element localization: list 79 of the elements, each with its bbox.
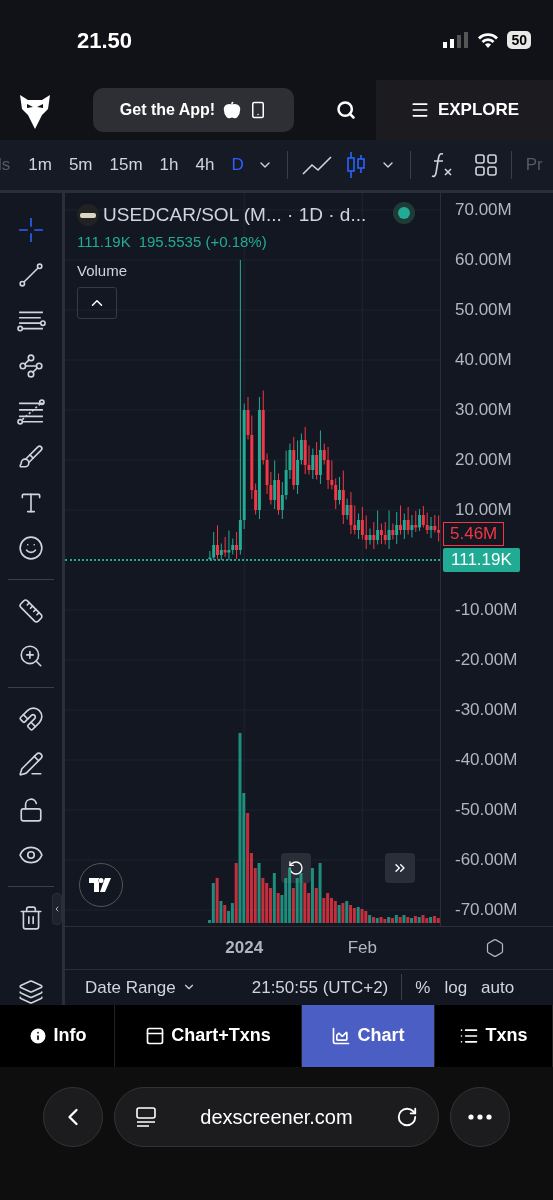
axis-label: -50.00M	[455, 800, 518, 820]
page-menu-icon[interactable]	[134, 1105, 157, 1128]
scroll-right-button[interactable]	[385, 853, 415, 883]
axis-label: -30.00M	[455, 700, 518, 720]
interval-tab[interactable]: 5m	[68, 152, 93, 178]
symbol-title[interactable]: USEDCAR/SOL (M... · 1D · d...	[103, 201, 367, 230]
explore-button[interactable]: EXPLORE	[376, 80, 553, 140]
trash-icon[interactable]	[18, 904, 44, 931]
axis-label: 70.00M	[455, 200, 512, 220]
magnet-icon[interactable]	[18, 705, 44, 732]
chevron-left-icon	[53, 905, 61, 913]
tv-mark-icon	[89, 878, 113, 892]
clock-time: 21:50:55 (UTC+2)	[251, 976, 389, 999]
wifi-icon	[477, 32, 500, 48]
apple-icon	[223, 101, 242, 119]
area-chart-icon	[331, 1025, 352, 1046]
layers-icon[interactable]	[18, 978, 44, 1005]
trend-line-icon[interactable]	[18, 262, 44, 289]
axis-label: 10.00M	[455, 500, 512, 520]
bottom-tab[interactable]: Chart	[302, 1004, 435, 1067]
unlock-icon[interactable]	[18, 796, 44, 823]
scale-option[interactable]: log	[444, 974, 468, 1000]
reset-button[interactable]	[281, 853, 311, 883]
interval-tab[interactable]: 4h	[195, 152, 215, 178]
url-text: dexscreener.com	[199, 1104, 354, 1130]
interval-tab[interactable]: 15m	[109, 152, 143, 178]
volume-value: 111.19K	[77, 232, 131, 252]
time-axis-label: 2024	[225, 937, 264, 960]
axis-label: -60.00M	[455, 850, 518, 870]
function-icon[interactable]	[430, 152, 453, 178]
price-change: 195.5535 (+0.18%)	[138, 232, 267, 252]
split-panel-icon	[145, 1025, 166, 1046]
axis-label: -20.00M	[455, 650, 518, 670]
line-chart-icon[interactable]	[301, 155, 332, 175]
address-bar[interactable]: dexscreener.com	[113, 1086, 440, 1147]
axis-label: -10.00M	[455, 600, 518, 620]
fib-lines-icon[interactable]	[15, 398, 47, 425]
axis-label: 40.00M	[455, 350, 512, 370]
volume-price-tag: 111.19K	[443, 548, 520, 572]
get-app-button[interactable]: Get the App!	[93, 88, 294, 132]
toolbar-partial-label: ls	[0, 154, 11, 177]
battery-level: 50	[507, 31, 531, 49]
study-label: Volume	[77, 261, 128, 281]
candles-icon[interactable]	[345, 152, 366, 178]
pattern-icon[interactable]	[18, 353, 44, 380]
more-icon	[468, 1113, 493, 1120]
brush-icon[interactable]	[18, 444, 44, 471]
axis-label: -70.00M	[455, 900, 518, 920]
axis-label: 30.00M	[455, 400, 512, 420]
time-axis-label: Feb	[347, 937, 377, 960]
search-icon[interactable]	[336, 100, 356, 120]
collapse-handle[interactable]	[52, 893, 62, 925]
ruler-icon[interactable]	[18, 597, 44, 624]
toolbar-partial-label: Pr	[525, 154, 543, 177]
interval-tab[interactable]: 1m	[28, 152, 52, 178]
smiley-icon[interactable]	[18, 535, 44, 562]
tradingview-logo[interactable]	[79, 863, 123, 907]
axis-label: 60.00M	[455, 250, 512, 270]
reload-icon[interactable]	[396, 1105, 419, 1128]
last-price-tag: 5.46M	[443, 521, 505, 546]
signal-icon	[443, 32, 470, 48]
info-icon	[27, 1025, 48, 1046]
layout-grid-icon[interactable]	[474, 154, 497, 176]
interval-tab[interactable]: D	[231, 152, 244, 178]
collapse-button[interactable]	[77, 287, 117, 319]
settings-icon[interactable]	[485, 938, 505, 958]
interval-tab[interactable]: 1h	[159, 152, 179, 178]
axis-label: 20.00M	[455, 450, 512, 470]
axis-label: -40.00M	[455, 750, 518, 770]
date-range-dropdown[interactable]: Date Range	[85, 974, 196, 1000]
scale-option[interactable]: auto	[481, 974, 515, 1000]
axis-label: 50.00M	[455, 300, 512, 320]
pencil-icon[interactable]	[18, 751, 44, 778]
scale-option[interactable]: %	[415, 974, 431, 1000]
crosshair-icon[interactable]	[18, 216, 44, 243]
zoom-in-icon[interactable]	[18, 643, 44, 670]
status-time: 21.50	[77, 26, 133, 55]
token-avatar-icon	[77, 204, 99, 227]
reset-icon	[288, 860, 304, 876]
